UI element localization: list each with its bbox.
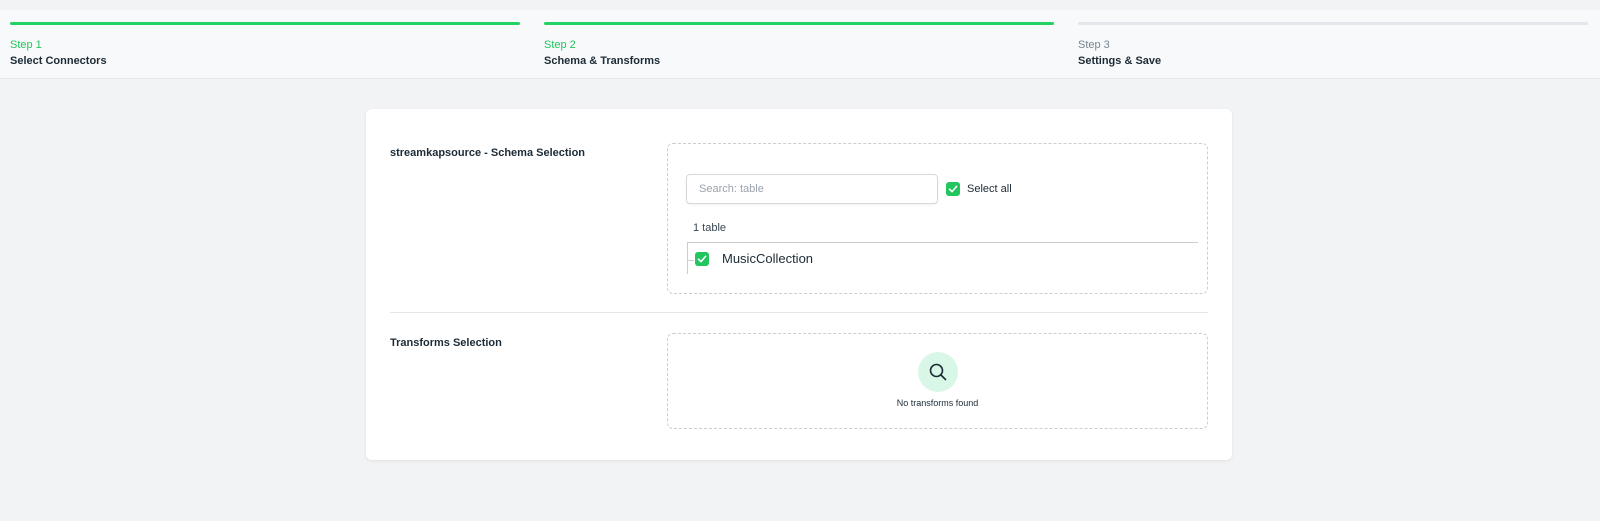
search-icon: [918, 352, 958, 392]
step-3[interactable]: Step 3 Settings & Save: [1078, 22, 1588, 67]
tree-line-vertical: [687, 242, 688, 274]
table-check-icon: [695, 251, 709, 266]
step-3-title: Settings & Save: [1078, 55, 1162, 67]
table-item-musiccollection[interactable]: MusicCollection: [695, 251, 813, 266]
table-count: 1 table: [693, 222, 727, 234]
schema-selection-box: Select all 1 table MusicCollection: [667, 143, 1208, 294]
step-2-number: Step 2: [544, 39, 576, 51]
select-all-checkbox[interactable]: Select all: [946, 182, 1012, 196]
tree-line: [687, 242, 1198, 243]
step-1[interactable]: Step 1 Select Connectors: [10, 22, 520, 67]
step-3-number: Step 3: [1078, 39, 1110, 51]
step-1-title: Select Connectors: [10, 55, 107, 67]
section-divider: [390, 312, 1208, 313]
select-all-check-icon: [946, 182, 960, 196]
tree-connector: [687, 260, 694, 261]
step-2-progress-bar: [544, 22, 1054, 25]
step-1-number: Step 1: [10, 39, 42, 51]
stepper: Step 1 Select Connectors Step 2 Schema &…: [0, 10, 1600, 79]
table-search-input[interactable]: [686, 174, 938, 204]
transforms-selection-box: No transforms found: [667, 333, 1208, 429]
transforms-selection-label: Transforms Selection: [390, 337, 502, 349]
table-name: MusicCollection: [722, 251, 814, 266]
select-all-label: Select all: [967, 183, 1012, 195]
step-2[interactable]: Step 2 Schema & Transforms: [544, 22, 1054, 67]
schema-selection-label: streamkapsource - Schema Selection: [390, 147, 586, 159]
schema-transforms-card: streamkapsource - Schema Selection Selec…: [366, 109, 1232, 460]
step-1-progress-bar: [10, 22, 520, 25]
step-2-title: Schema & Transforms: [544, 55, 661, 67]
step-3-progress-bar: [1078, 22, 1588, 25]
empty-state-text: No transforms found: [896, 398, 979, 408]
